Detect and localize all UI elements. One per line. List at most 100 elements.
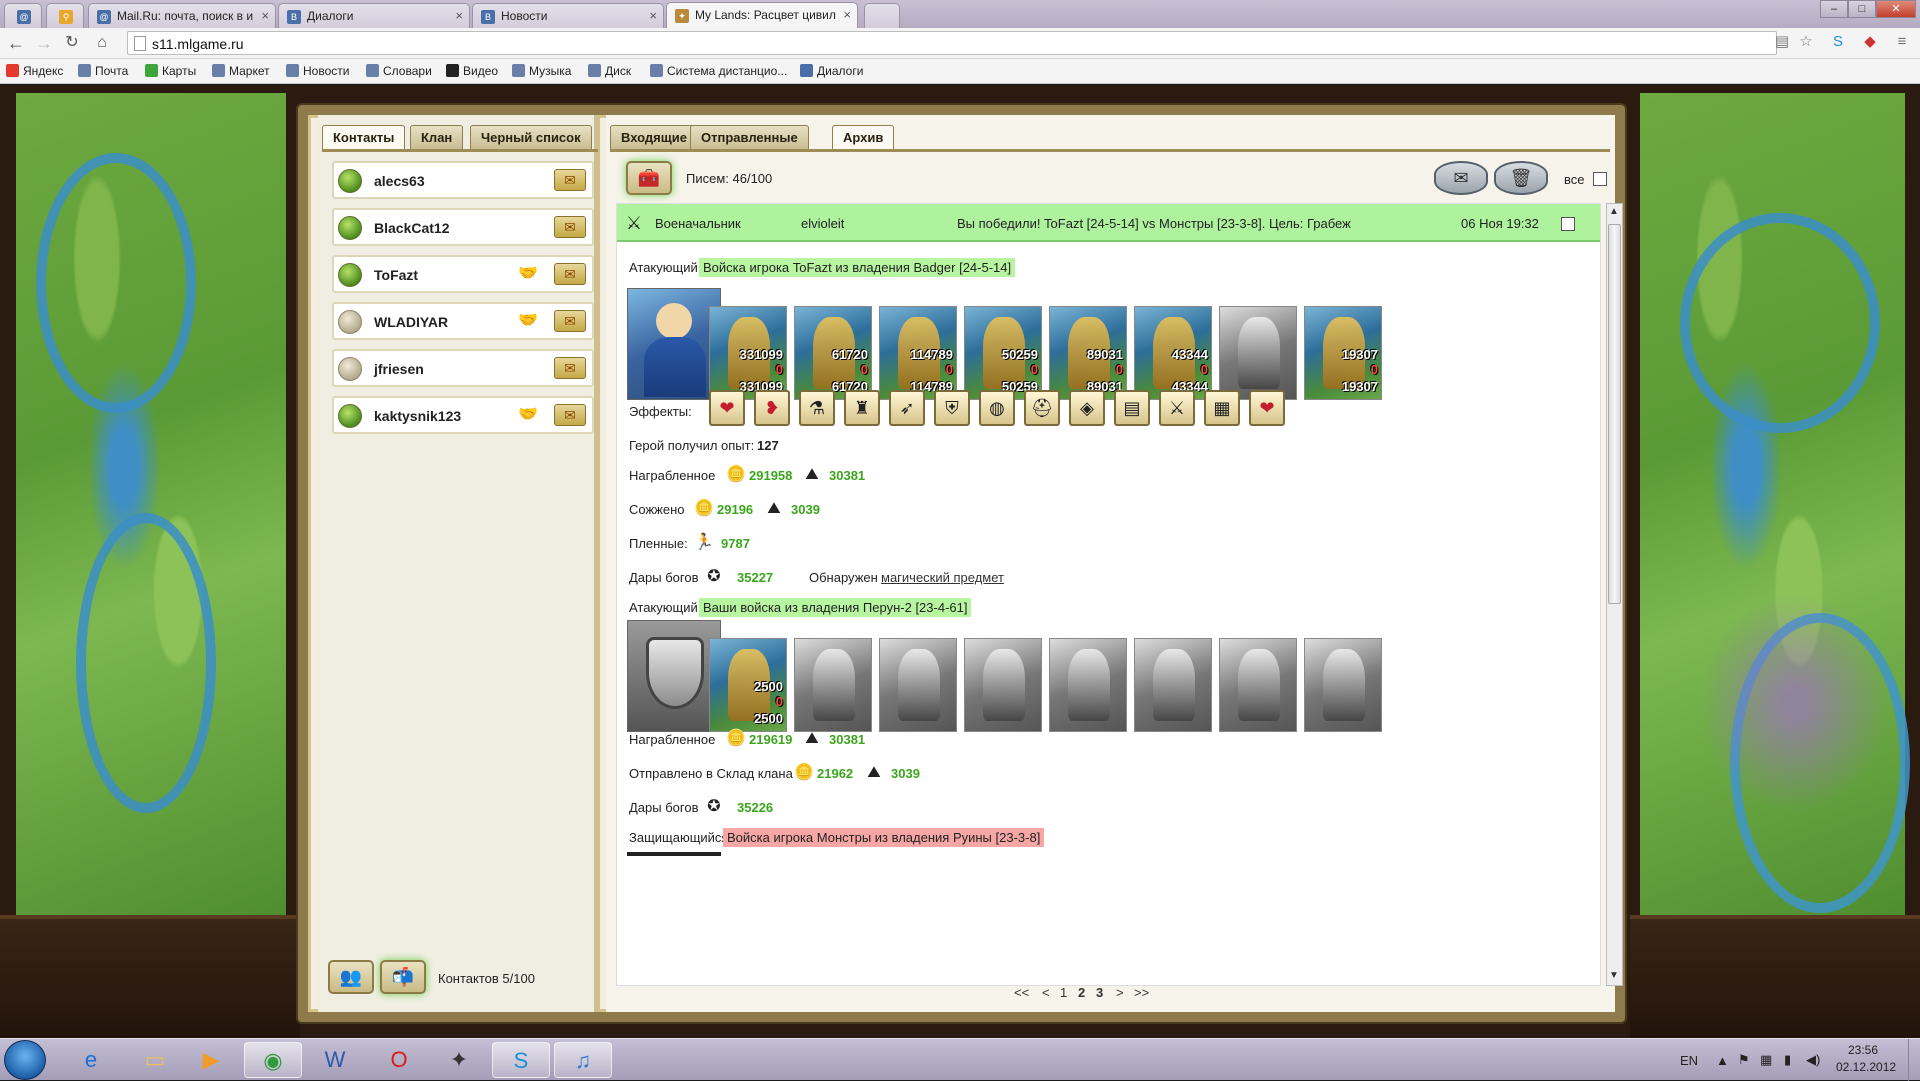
pager-first[interactable]: << [1014, 985, 1029, 1000]
archive-chest-button[interactable]: 🧰 [626, 161, 672, 195]
browser-tab-pinned-2[interactable]: ⚲ [46, 3, 84, 28]
world-map-right[interactable] [1640, 93, 1910, 923]
bookmark-item[interactable]: Карты [145, 64, 196, 78]
heart-icon[interactable]: ❤ [1249, 390, 1285, 426]
home-icon[interactable]: ⌂ [92, 34, 112, 54]
send-mail-icon[interactable]: ✉ [554, 263, 586, 285]
unit-tile-empty[interactable] [879, 638, 957, 732]
add-contact-button[interactable]: 👥 [328, 960, 374, 994]
tab-clan[interactable]: Клан [410, 125, 464, 149]
bookmark-item[interactable]: Маркет [212, 64, 270, 78]
unit-tile-empty[interactable] [1219, 638, 1297, 732]
unit-tile[interactable]: 331099 0 331099 [709, 306, 787, 400]
tray-arrow-icon[interactable]: ▲ [1716, 1053, 1729, 1068]
unit-tile-empty[interactable] [794, 638, 872, 732]
send-mail-icon[interactable]: ✉ [554, 216, 586, 238]
unit-tile[interactable]: 61720 0 61720 [794, 306, 872, 400]
unit-tile[interactable]: 50259 0 50259 [964, 306, 1042, 400]
start-button[interactable] [4, 1040, 46, 1080]
show-desktop-button[interactable] [1908, 1039, 1920, 1081]
flag-icon[interactable]: ⚑ [1738, 1052, 1750, 1068]
close-window-button[interactable]: ✕ [1876, 0, 1916, 18]
delete-mail-button[interactable]: 🗑 [1494, 161, 1548, 195]
unit-tile-empty[interactable] [964, 638, 1042, 732]
page-action-icon[interactable]: ▤ [1773, 33, 1791, 51]
minimize-button[interactable]: – [1820, 0, 1848, 18]
helmet-icon[interactable]: ⛑ [1024, 390, 1060, 426]
tab-inbox[interactable]: Входящие [610, 125, 698, 149]
unit-tile[interactable]: 114789 0 114789 [879, 306, 957, 400]
read-mail-button[interactable]: ✉ [1434, 161, 1488, 195]
browser-tab-news[interactable]: B Новости × [472, 3, 664, 28]
new-tab-button[interactable] [864, 3, 900, 28]
map-icon[interactable]: ▦ [1204, 390, 1240, 426]
tower-icon[interactable]: ♜ [844, 390, 880, 426]
opera-icon[interactable]: O [370, 1042, 428, 1078]
unit-tile[interactable]: 89031 0 89031 [1049, 306, 1127, 400]
volume-icon[interactable]: ◀) [1806, 1052, 1820, 1068]
magic-item-link[interactable]: магический предмет [881, 570, 1004, 585]
close-icon[interactable]: × [649, 8, 657, 23]
unit-tile[interactable]: 43344 0 43344 [1134, 306, 1212, 400]
contact-row[interactable]: ToFazt 🤝 ✉ [332, 255, 594, 293]
itunes-icon[interactable]: ♫ [554, 1042, 612, 1078]
message-checkbox[interactable] [1561, 217, 1575, 231]
language-indicator[interactable]: EN [1680, 1053, 1698, 1068]
bookmark-item[interactable]: Почта [78, 64, 128, 78]
bookmark-item[interactable]: Система дистанцио... [650, 64, 787, 78]
bookmark-item[interactable]: Яндекс [6, 64, 63, 78]
handshake-icon[interactable]: 🤝 [518, 265, 544, 283]
pager-last[interactable]: >> [1134, 985, 1149, 1000]
star-icon[interactable]: ☆ [1797, 33, 1815, 51]
contact-row[interactable]: BlackCat12 ✉ [332, 208, 594, 246]
unit-tile[interactable] [1219, 306, 1297, 400]
pager-page[interactable]: 3 [1096, 985, 1103, 1000]
sword-icon[interactable]: ⚔ [1159, 390, 1195, 426]
browser-tab-pinned-1[interactable]: @ [4, 3, 42, 28]
contact-row[interactable]: alecs63 ✉ [332, 161, 594, 199]
word-icon[interactable]: W [306, 1042, 364, 1078]
contact-row[interactable]: WLADIYAR 🤝 ✉ [332, 302, 594, 340]
browser-tab-dialogs[interactable]: B Диалоги × [278, 3, 470, 28]
arrows-icon[interactable]: ➶ [889, 390, 925, 426]
close-icon[interactable]: × [455, 8, 463, 23]
close-icon[interactable]: × [843, 7, 851, 22]
forward-arrow-icon[interactable]: → [34, 34, 54, 54]
clock-date[interactable]: 02.12.2012 [1836, 1060, 1896, 1074]
tab-blacklist[interactable]: Черный список [470, 125, 592, 149]
unit-tile[interactable]: 2500 0 2500 [709, 638, 787, 732]
send-mail-icon[interactable]: ✉ [554, 404, 586, 426]
scroll-thumb[interactable] [1608, 224, 1621, 604]
clan-crest-portrait[interactable] [627, 620, 721, 732]
unit-tile[interactable]: 19307 0 19307 [1304, 306, 1382, 400]
bookmark-item[interactable]: Музыка [512, 64, 571, 78]
reload-icon[interactable]: ↻ [62, 34, 82, 54]
select-all-checkbox[interactable] [1593, 172, 1607, 186]
crystal-icon[interactable]: ◈ [1069, 390, 1105, 426]
potion-icon[interactable]: ⚗ [799, 390, 835, 426]
world-map-left[interactable] [16, 93, 286, 923]
unit-tile-empty[interactable] [1134, 638, 1212, 732]
contact-row[interactable]: jfriesen ✉ [332, 349, 594, 387]
handshake-icon[interactable]: 🤝 [518, 406, 544, 424]
browser-tab-mail[interactable]: @ Mail.Ru: почта, поиск в и × [88, 3, 276, 28]
skype-icon[interactable]: S [492, 1042, 550, 1078]
unit-tile-empty[interactable] [1049, 638, 1127, 732]
shield-icon[interactable]: ⛨ [934, 390, 970, 426]
hero-portrait[interactable] [627, 288, 721, 400]
ie-icon[interactable]: e [62, 1042, 120, 1078]
network-icon[interactable]: ▦ [1760, 1052, 1772, 1068]
bookmark-item[interactable]: Словари [366, 64, 432, 78]
heart-icon[interactable]: ❤ [709, 390, 745, 426]
scroll-down-arrow-icon[interactable]: ▼ [1609, 970, 1619, 981]
send-mail-icon[interactable]: ✉ [554, 169, 586, 191]
book-icon[interactable]: ▤ [1114, 390, 1150, 426]
clock-time[interactable]: 23:56 [1848, 1043, 1878, 1057]
pager-page[interactable]: 1 [1060, 985, 1067, 1000]
skype-icon[interactable]: S [1829, 33, 1847, 51]
maximize-button[interactable]: □ [1848, 0, 1876, 18]
pager-prev[interactable]: < [1042, 985, 1050, 1000]
message-header-row[interactable]: ⚔ Военачальник elvioleit Вы победили! To… [617, 204, 1600, 242]
game-launcher-icon[interactable]: ✦ [430, 1042, 488, 1078]
pager-next[interactable]: > [1116, 985, 1124, 1000]
